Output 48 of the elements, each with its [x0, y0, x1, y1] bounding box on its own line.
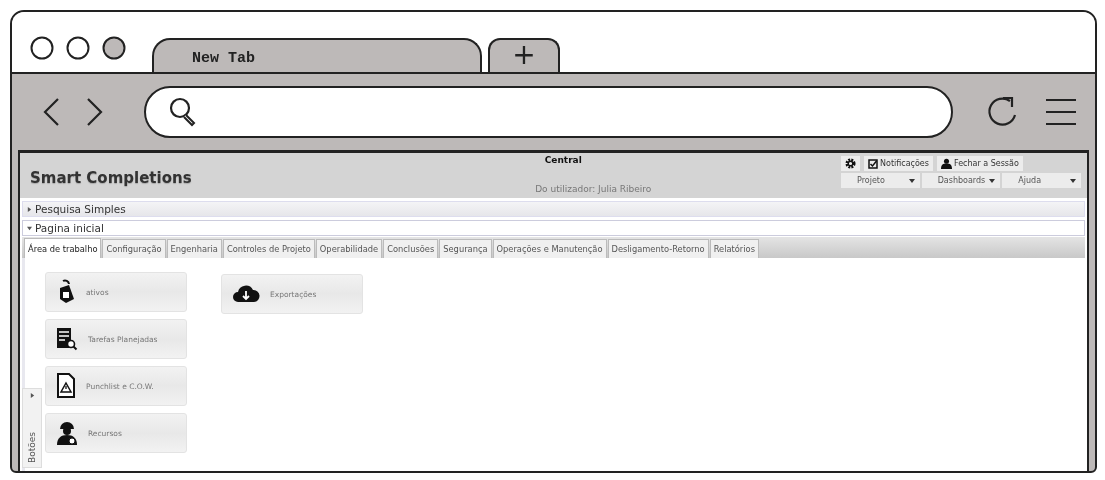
caret-icon — [908, 178, 915, 183]
page-tab[interactable]: Relatórios — [709, 239, 759, 258]
expanded-icon — [27, 225, 32, 231]
forward-icon[interactable] — [86, 97, 104, 127]
page-tab[interactable]: Segurança — [439, 239, 492, 258]
notifications-button[interactable]: Notificações — [864, 156, 933, 171]
user-label: Do utilizador: Julia Ribeiro — [535, 184, 652, 194]
window-control-icon[interactable] — [66, 36, 90, 60]
document-search-icon — [56, 327, 78, 351]
collapsed-icon — [27, 206, 32, 212]
section-header[interactable]: Pagina inicial — [22, 220, 1085, 236]
search-icon — [168, 96, 198, 128]
settings-icon — [845, 158, 856, 169]
browser-tab[interactable]: New Tab — [152, 38, 482, 72]
section-title: Pesquisa Simples — [35, 203, 126, 215]
worker-icon — [56, 420, 78, 446]
new-tab-button[interactable]: + — [488, 38, 560, 72]
checkbox-icon — [868, 158, 878, 169]
page-tab[interactable]: Configuração — [102, 239, 166, 258]
page-tab[interactable]: Conclusões — [383, 239, 439, 258]
back-icon[interactable] — [42, 97, 60, 127]
cloud-download-icon — [232, 284, 260, 304]
page-tab[interactable]: Desligamento-Retorno — [607, 239, 709, 258]
collapsed-icon — [29, 393, 35, 398]
menu-dropdown[interactable]: Dashboards — [921, 173, 1001, 188]
page-tab[interactable]: Área de trabalho — [24, 238, 102, 258]
warning-document-icon — [56, 373, 76, 399]
page-tab[interactable]: Operabilidade — [315, 239, 383, 258]
page-tab[interactable]: Engenharia — [166, 239, 222, 258]
page-tab[interactable]: Operações e Manutenção — [492, 239, 607, 258]
section-title: Pagina inicial — [35, 222, 104, 234]
side-panel-tab[interactable]: Botões — [22, 388, 42, 468]
settings-button[interactable] — [841, 156, 860, 171]
page-tab[interactable]: Controles de Projeto — [222, 239, 315, 258]
logout-button[interactable]: Fechar a Sessão — [936, 156, 1023, 171]
caret-icon — [989, 178, 996, 183]
menu-dropdown[interactable]: Projeto — [841, 173, 920, 188]
menu-dropdown[interactable]: Ajuda — [1002, 173, 1081, 188]
caret-icon — [1070, 178, 1076, 183]
user-icon — [940, 158, 952, 169]
window-control-icon[interactable] — [30, 36, 54, 60]
reload-icon[interactable] — [985, 95, 1019, 129]
menu-icon[interactable] — [1045, 97, 1077, 127]
app-title: Smart Completions — [30, 168, 193, 187]
section-header[interactable]: Pesquisa Simples — [22, 201, 1085, 217]
window-control-icon[interactable] — [102, 36, 126, 60]
page-title: Central — [544, 155, 582, 165]
address-bar[interactable] — [144, 86, 953, 138]
